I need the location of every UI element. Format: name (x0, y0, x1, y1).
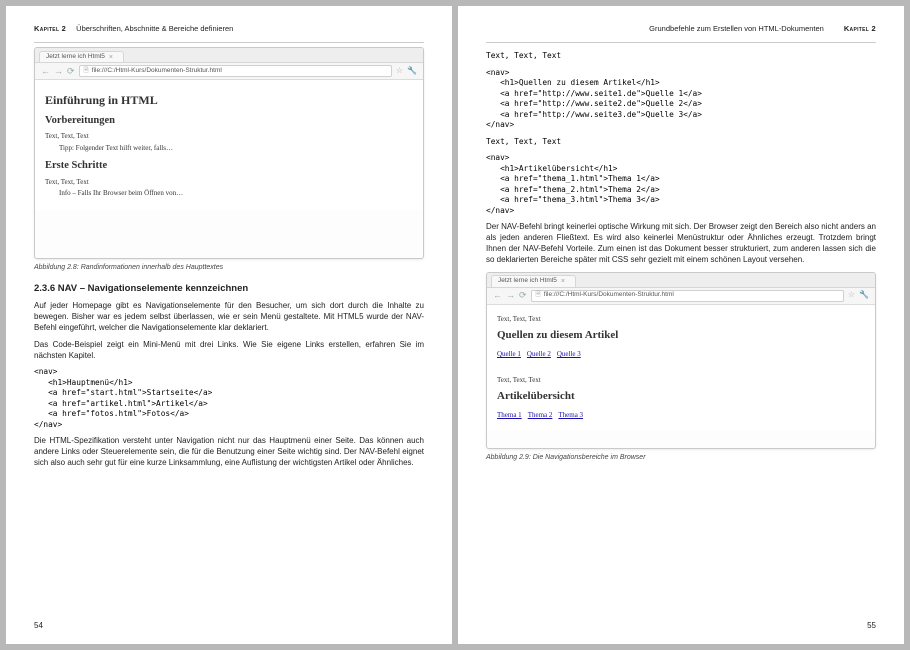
figure-2-8-browser: Jetzt lerne ich Html5 × ← → ⟳ 🗎 file:///… (34, 47, 424, 259)
address-bar: 🗎 file:///C:/Html-Kurs/Dokumenten-Strukt… (79, 65, 392, 77)
body-text: Text, Text, Text (45, 178, 413, 187)
body-paragraph: Das Code-Beispiel zeigt ein Mini-Menü mi… (34, 340, 424, 362)
nav-link[interactable]: Quelle 2 (527, 350, 551, 358)
browser-tabstrip: Jetzt lerne ich Html5 × (35, 48, 423, 63)
chapter-label: Kapitel 2 (34, 24, 66, 34)
link-row: Quelle 1 Quelle 2 Quelle 3 (497, 349, 865, 360)
running-header-left: Kapitel 2 Überschriften, Abschnitte & Be… (34, 24, 424, 34)
body-paragraph: Die HTML-Spezifikation versteht unter Na… (34, 436, 424, 468)
page-h2: Vorbereitungen (45, 114, 413, 128)
code-listing: <nav> <h1>Quellen zu diesem Artikel</h1>… (486, 68, 876, 131)
browser-toolbar: ← → ⟳ 🗎 file:///C:/Html-Kurs/Dokumenten-… (487, 288, 875, 305)
running-header-right: Grundbefehle zum Erstellen von HTML-Doku… (486, 24, 876, 34)
page-number: 55 (867, 621, 876, 632)
toolbar-right-icons: ☆ 🔧 (848, 290, 869, 301)
page-number: 54 (34, 621, 43, 632)
nav-link[interactable]: Quelle 3 (557, 350, 581, 358)
star-icon: ☆ (848, 290, 855, 301)
back-icon: ← (41, 67, 50, 76)
section-heading: 2.3.6 NAV – Navigationselemente kennzeic… (34, 283, 424, 296)
nav-heading: Quellen zu diesem Artikel (497, 328, 865, 343)
back-icon: ← (493, 291, 502, 300)
tab-title: Jetzt lerne ich Html5 (498, 277, 557, 286)
file-icon: 🗎 (84, 67, 89, 76)
code-listing: <nav> <h1>Hauptmenü</h1> <a href="start.… (34, 367, 424, 430)
figure-caption: Abbildung 2.8: Randinformationen innerha… (34, 263, 424, 272)
page-h1: Einführung in HTML (45, 92, 413, 108)
nav-link[interactable]: Quelle 1 (497, 350, 521, 358)
page-right: Grundbefehle zum Erstellen von HTML-Doku… (458, 6, 904, 644)
forward-icon: → (506, 291, 515, 300)
header-title: Grundbefehle zum Erstellen von HTML-Doku… (649, 24, 824, 34)
url-text: file:///C:/Html-Kurs/Dokumenten-Struktur… (92, 67, 222, 76)
aside-info: Info – Falls Ihr Browser beim Öffnen von… (59, 189, 413, 198)
chapter-label: Kapitel 2 (844, 24, 876, 34)
close-icon: × (109, 53, 113, 62)
close-icon: × (561, 277, 565, 286)
browser-viewport: Text, Text, Text Quellen zu diesem Artik… (487, 305, 875, 431)
forward-icon: → (54, 67, 63, 76)
body-paragraph: Auf jeder Homepage gibt es Navigationsel… (34, 301, 424, 333)
code-listing: <nav> <h1>Artikelübersicht</h1> <a href=… (486, 153, 876, 216)
browser-viewport: Einführung in HTML Vorbereitungen Text, … (35, 80, 423, 210)
code-text-placeholder: Text, Text, Text (486, 137, 876, 148)
nav-link[interactable]: Thema 1 (497, 411, 522, 419)
wrench-icon: 🔧 (407, 66, 417, 77)
figure-caption: Abbildung 2.9: Die Navigationsbereiche i… (486, 453, 876, 462)
address-bar: 🗎 file:///C:/Html-Kurs/Dokumenten-Strukt… (531, 290, 844, 302)
nav-heading: Artikelübersicht (497, 389, 865, 404)
book-spread: Kapitel 2 Überschriften, Abschnitte & Be… (0, 0, 910, 650)
header-title: Überschriften, Abschnitte & Bereiche def… (76, 24, 233, 34)
header-rule (486, 42, 876, 43)
code-text-placeholder: Text, Text, Text (486, 51, 876, 62)
file-icon: 🗎 (536, 291, 541, 300)
page-left: Kapitel 2 Überschriften, Abschnitte & Be… (6, 6, 452, 644)
body-text: Text, Text, Text (497, 315, 865, 324)
url-text: file:///C:/Html-Kurs/Dokumenten-Struktur… (544, 291, 674, 300)
browser-tabstrip: Jetzt lerne ich Html5 × (487, 273, 875, 288)
body-paragraph: Der NAV-Befehl bringt keinerlei optische… (486, 222, 876, 265)
browser-toolbar: ← → ⟳ 🗎 file:///C:/Html-Kurs/Dokumenten-… (35, 63, 423, 80)
nav-link[interactable]: Thema 2 (528, 411, 553, 419)
figure-2-9-browser: Jetzt lerne ich Html5 × ← → ⟳ 🗎 file:///… (486, 272, 876, 449)
browser-tab: Jetzt lerne ich Html5 × (39, 51, 124, 62)
page-h2: Erste Schritte (45, 159, 413, 173)
header-rule (34, 42, 424, 43)
body-text: Text, Text, Text (45, 132, 413, 141)
reload-icon: ⟳ (519, 291, 527, 300)
tab-title: Jetzt lerne ich Html5 (46, 53, 105, 62)
nav-link[interactable]: Thema 3 (558, 411, 583, 419)
reload-icon: ⟳ (67, 67, 75, 76)
browser-tab: Jetzt lerne ich Html5 × (491, 275, 576, 286)
link-row: Thema 1 Thema 2 Thema 3 (497, 410, 865, 421)
toolbar-right-icons: ☆ 🔧 (396, 66, 417, 77)
body-text: Text, Text, Text (497, 376, 865, 385)
aside-tipp: Tipp: Folgender Text hilft weiter, falls… (59, 144, 413, 153)
star-icon: ☆ (396, 66, 403, 77)
wrench-icon: 🔧 (859, 290, 869, 301)
